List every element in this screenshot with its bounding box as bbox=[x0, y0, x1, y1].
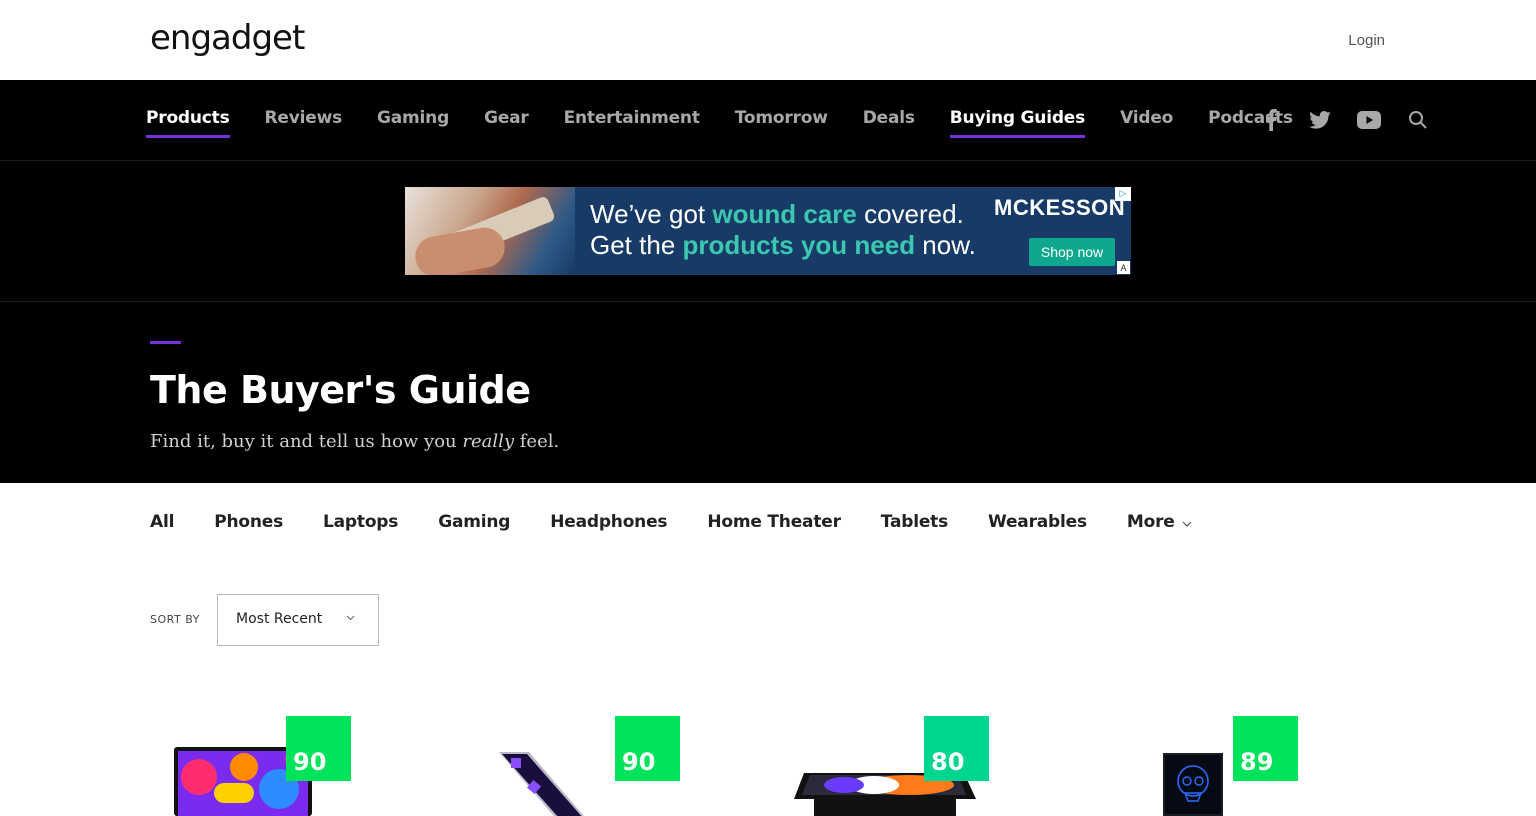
ad-choices-icon[interactable]: ▷ bbox=[1115, 187, 1131, 201]
product-card[interactable]: 90 bbox=[479, 716, 719, 816]
ad-headline-1: We’ve got wound care covered. bbox=[590, 199, 964, 229]
ad-mark-icon: A bbox=[1117, 261, 1130, 274]
chevron-down-icon bbox=[346, 615, 355, 621]
ad-headline-2: Get the products you need now. bbox=[590, 230, 976, 260]
social-links bbox=[1256, 107, 1433, 133]
mckesson-ad-banner[interactable]: We’ve got wound care covered. Get the pr… bbox=[405, 187, 1131, 275]
page-title: The Buyer's Guide bbox=[150, 368, 531, 412]
tab-phones[interactable]: Phones bbox=[214, 512, 283, 532]
main-nav: Products Reviews Gaming Gear Entertainme… bbox=[0, 80, 1536, 161]
tab-more-label: More bbox=[1126, 512, 1175, 532]
nav-item-deals[interactable]: Deals bbox=[863, 108, 915, 134]
facebook-icon[interactable] bbox=[1256, 107, 1286, 133]
product-card[interactable]: 90 bbox=[150, 716, 390, 816]
youtube-icon[interactable] bbox=[1354, 107, 1384, 133]
nav-item-tomorrow[interactable]: Tomorrow bbox=[735, 108, 828, 134]
tab-laptops[interactable]: Laptops bbox=[323, 512, 398, 532]
chevron-down-icon bbox=[1182, 521, 1192, 527]
phone-image bbox=[499, 752, 584, 816]
nav-item-products[interactable]: Products bbox=[146, 108, 230, 138]
ad-brand-logo: MCKESSON bbox=[994, 195, 1126, 220]
page-subtitle: Find it, buy it and tell us how you real… bbox=[150, 431, 560, 452]
category-tabs: All Phones Laptops Gaming Headphones Hom… bbox=[150, 512, 1232, 532]
nav-item-entertainment[interactable]: Entertainment bbox=[564, 108, 700, 134]
tab-tablets[interactable]: Tablets bbox=[881, 512, 948, 532]
sort-by-label: SORT BY bbox=[150, 613, 200, 626]
tab-home-theater[interactable]: Home Theater bbox=[707, 512, 841, 532]
mini-pc-image bbox=[1163, 753, 1223, 816]
nav-item-buying-guides[interactable]: Buying Guides bbox=[949, 108, 1086, 138]
nav-items: Products Reviews Gaming Gear Entertainme… bbox=[146, 108, 1328, 138]
ad-photo bbox=[405, 187, 575, 275]
tab-all[interactable]: All bbox=[150, 512, 174, 532]
product-card[interactable]: 80 bbox=[788, 716, 1028, 816]
twitter-icon[interactable] bbox=[1305, 107, 1335, 133]
sort-selected-value: Most Recent bbox=[236, 611, 323, 627]
nav-item-video[interactable]: Video bbox=[1120, 108, 1173, 134]
nav-item-gear[interactable]: Gear bbox=[484, 108, 529, 134]
tab-more[interactable]: More bbox=[1127, 512, 1192, 532]
score-badge: 80 bbox=[924, 716, 989, 781]
tab-headphones[interactable]: Headphones bbox=[550, 512, 667, 532]
ad-band: We’ve got wound care covered. Get the pr… bbox=[0, 161, 1536, 302]
product-card[interactable]: 89 bbox=[1097, 716, 1337, 816]
sort-select[interactable]: Most Recent bbox=[217, 594, 379, 646]
hero-accent-line bbox=[150, 341, 181, 344]
tab-gaming[interactable]: Gaming bbox=[438, 512, 510, 532]
engadget-logo[interactable]: engadget bbox=[150, 18, 305, 58]
top-header: engadget Login bbox=[0, 0, 1536, 80]
score-badge: 89 bbox=[1233, 716, 1298, 781]
ad-shop-now-button[interactable]: Shop now bbox=[1029, 238, 1115, 266]
search-icon[interactable] bbox=[1403, 107, 1433, 133]
nav-item-gaming[interactable]: Gaming bbox=[377, 108, 449, 134]
hero-section: The Buyer's Guide Find it, buy it and te… bbox=[0, 302, 1536, 483]
tab-wearables[interactable]: Wearables bbox=[988, 512, 1087, 532]
login-link[interactable]: Login bbox=[1348, 32, 1385, 49]
nav-item-reviews[interactable]: Reviews bbox=[265, 108, 343, 134]
score-badge: 90 bbox=[286, 716, 351, 781]
score-badge: 90 bbox=[615, 716, 680, 781]
